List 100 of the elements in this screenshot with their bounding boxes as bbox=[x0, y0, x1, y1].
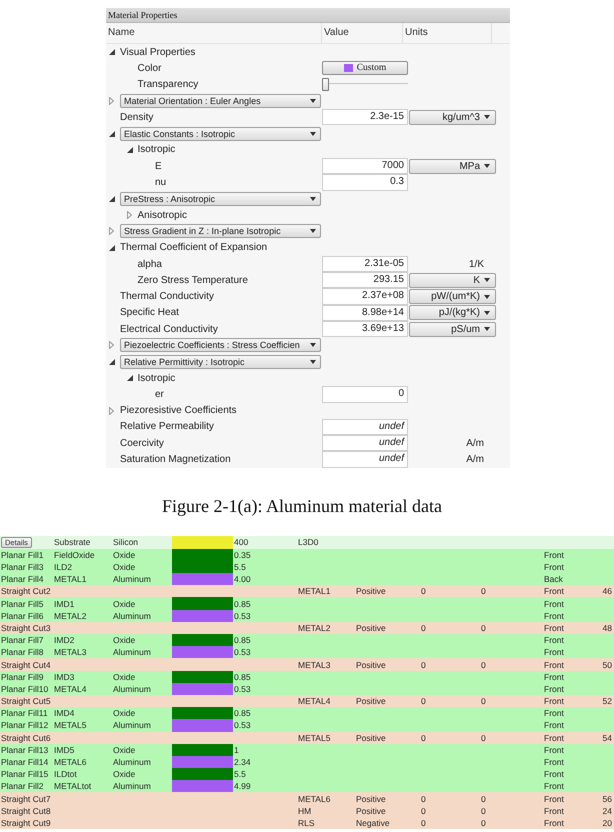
caret-down-icon bbox=[310, 229, 316, 234]
triangle-down-icon[interactable] bbox=[109, 244, 115, 251]
value-field[interactable]: 2.31e-05 bbox=[322, 256, 408, 272]
number-value: 0 bbox=[421, 794, 426, 804]
value-field[interactable]: 0 bbox=[322, 386, 408, 403]
unit-dropdown[interactable]: kg/um^3 bbox=[409, 110, 496, 125]
table-row[interactable]: Straight Cut3 METAL2 Positive 0 0 Front 48 bbox=[0, 622, 614, 634]
dropdown[interactable]: Relative Permittivity : Isotropic bbox=[120, 354, 321, 369]
layer-name: IMD3 bbox=[54, 672, 74, 682]
table-row[interactable]: Planar Fill15 ILDtot Oxide 5.5 Front bbox=[0, 768, 614, 780]
polarity-label: Positive bbox=[356, 660, 386, 670]
table-row[interactable]: Planar Fill7 IMD2 Oxide 0.85 Front bbox=[0, 634, 614, 646]
value-field[interactable]: 2.3e-15 bbox=[322, 109, 408, 126]
triangle-down-icon[interactable] bbox=[126, 146, 132, 153]
table-row[interactable]: Straight Cut8 HM Positive 0 0 Front 24 bbox=[0, 804, 614, 817]
tree-label: Isotropic bbox=[138, 144, 176, 156]
table-row[interactable]: Planar Fill5 IMD1 Oxide 0.85 Front bbox=[0, 597, 614, 610]
table-row[interactable]: Planar Fill13 IMD5 Oxide 1 Front bbox=[0, 744, 614, 756]
table-row[interactable]: Straight Cut2 METAL1 Positive 0 0 Front 46 bbox=[0, 585, 614, 598]
table-row[interactable]: Planar Fill12 METAL5 Aluminum 0.53 Front bbox=[0, 719, 614, 732]
property-name: E bbox=[155, 160, 162, 172]
table-row[interactable]: Straight Cut5 METAL4 Positive 0 0 Front 52 bbox=[0, 694, 614, 708]
layer-name: Substrate bbox=[54, 537, 90, 548]
table-row[interactable]: Straight Cut9 RLS Negative 0 0 Front 20 bbox=[0, 816, 614, 830]
number-value: 4.00 bbox=[234, 574, 251, 584]
step-name: Planar Fill13 bbox=[1, 744, 48, 755]
number-value: 400 bbox=[234, 537, 248, 548]
table-row[interactable]: Planar Fill3 ILD2 Oxide 5.5 Front bbox=[0, 560, 614, 574]
value-field[interactable]: 8.98e+14 bbox=[322, 304, 408, 322]
property-name: Coercivity bbox=[120, 438, 164, 449]
step-name: Straight Cut5 bbox=[1, 696, 51, 706]
mask-name: METAL1 bbox=[298, 586, 330, 596]
triangle-right-icon[interactable] bbox=[109, 341, 114, 350]
table-row[interactable]: Straight Cut7 METAL6 Positive 0 0 Front 56 bbox=[0, 792, 614, 805]
step-name: Planar Fill2 bbox=[1, 781, 44, 792]
value-field[interactable]: undef bbox=[322, 418, 408, 436]
triangle-right-icon[interactable] bbox=[109, 406, 114, 415]
value-field[interactable]: 293.15 bbox=[322, 272, 408, 288]
color-button[interactable]: Custom bbox=[322, 61, 408, 76]
value-field[interactable]: 3.69e+13 bbox=[322, 321, 408, 338]
number-value: 48 bbox=[602, 622, 612, 633]
triangle-down-icon[interactable] bbox=[109, 130, 115, 137]
triangle-right-icon[interactable] bbox=[109, 227, 114, 236]
property-name: Transparency bbox=[138, 79, 198, 90]
panel-title: Material Properties bbox=[106, 8, 510, 23]
triangle-down-icon[interactable] bbox=[109, 196, 115, 202]
unit-dropdown[interactable]: pJ/(kg*K) bbox=[409, 305, 496, 320]
unit-dropdown[interactable]: pW/(um*K) bbox=[409, 289, 496, 304]
value-field[interactable]: undef bbox=[322, 451, 408, 468]
step-name: Straight Cut9 bbox=[1, 818, 51, 828]
table-row[interactable]: Planar Fill14 METAL6 Aluminum 2.34 Front bbox=[0, 756, 614, 768]
value-field[interactable]: 0.3 bbox=[322, 174, 408, 191]
number-value: 0 bbox=[421, 586, 426, 596]
dropdown[interactable]: Stress Gradient in Z : In-plane Isotropic bbox=[120, 224, 321, 238]
material-name: Aluminum bbox=[113, 574, 151, 584]
property-name: Relative Permeability bbox=[120, 421, 214, 432]
dropdown[interactable]: Piezoelectric Coefficients : Stress Coefficien bbox=[120, 338, 321, 352]
dropdown[interactable]: Material Orientation : Euler Angles bbox=[120, 94, 321, 108]
table-row[interactable]: Planar Fill1 FieldOxide Oxide 0.35 Front bbox=[0, 548, 614, 561]
triangle-down-icon[interactable] bbox=[126, 375, 132, 382]
table-row[interactable]: Planar Fill4 METAL1 Aluminum 4.00 Back bbox=[0, 573, 614, 586]
mask-name: METAL3 bbox=[298, 660, 330, 670]
tree-label: Thermal Coefficient of Expansion bbox=[120, 242, 268, 254]
caret-down-icon bbox=[310, 132, 316, 136]
triangle-right-icon[interactable] bbox=[109, 97, 114, 106]
triangle-right-icon[interactable] bbox=[126, 211, 132, 220]
table-row[interactable]: Straight Cut4 METAL3 Positive 0 0 Front 50 bbox=[0, 658, 614, 671]
material-name: Oxide bbox=[113, 769, 136, 780]
table-row[interactable]: Planar Fill2 METALtot Aluminum 4.99 Front bbox=[0, 780, 614, 792]
tree-label: Visual Properties bbox=[120, 46, 196, 58]
slider-thumb[interactable] bbox=[322, 78, 329, 92]
triangle-down-icon[interactable] bbox=[109, 358, 115, 365]
side-label: Front bbox=[544, 622, 564, 633]
dropdown[interactable]: PreStress : Anisotropic bbox=[120, 192, 321, 206]
tree-label: Isotropic bbox=[138, 372, 176, 384]
table-row[interactable]: Planar Fill6 METAL2 Aluminum 0.53 Front bbox=[0, 610, 614, 622]
dropdown[interactable]: Elastic Constants : Isotropic bbox=[120, 126, 321, 141]
table-row[interactable]: Planar Fill8 METAL3 Aluminum 0.53 Front bbox=[0, 646, 614, 658]
table-row[interactable]: Planar Fill9 IMD3 Oxide 0.85 Front bbox=[0, 670, 614, 683]
number-value: 50 bbox=[602, 660, 612, 670]
step-name: Planar Fill4 bbox=[1, 574, 44, 584]
unit-dropdown[interactable]: K bbox=[409, 272, 496, 288]
column-header: Name bbox=[106, 23, 322, 43]
table-row[interactable]: Planar Fill10 METAL4 Aluminum 0.53 Front bbox=[0, 682, 614, 695]
unit-dropdown[interactable]: MPa bbox=[409, 158, 496, 174]
number-value: 0.85 bbox=[234, 598, 251, 609]
material-name: Aluminum bbox=[113, 647, 151, 658]
side-label: Front bbox=[544, 586, 564, 596]
triangle-down-icon[interactable] bbox=[109, 49, 115, 56]
layer-name: METAL6 bbox=[54, 757, 86, 767]
number-value: 0 bbox=[421, 660, 426, 670]
value-field[interactable]: undef bbox=[322, 435, 408, 452]
mask-name: RLS bbox=[298, 818, 315, 828]
table-row[interactable]: Straight Cut6 METAL5 Positive 0 0 Front 54 bbox=[0, 732, 614, 744]
step-name: Planar Fill15 bbox=[1, 769, 48, 780]
table-row[interactable]: Planar Fill11 IMD4 Oxide 0.85 Front bbox=[0, 707, 614, 720]
value-field[interactable]: 2.37e+08 bbox=[322, 288, 408, 305]
unit-dropdown[interactable]: pS/um bbox=[409, 322, 496, 337]
value-field[interactable]: 7000 bbox=[322, 158, 408, 174]
material-name: Aluminum bbox=[113, 610, 151, 621]
